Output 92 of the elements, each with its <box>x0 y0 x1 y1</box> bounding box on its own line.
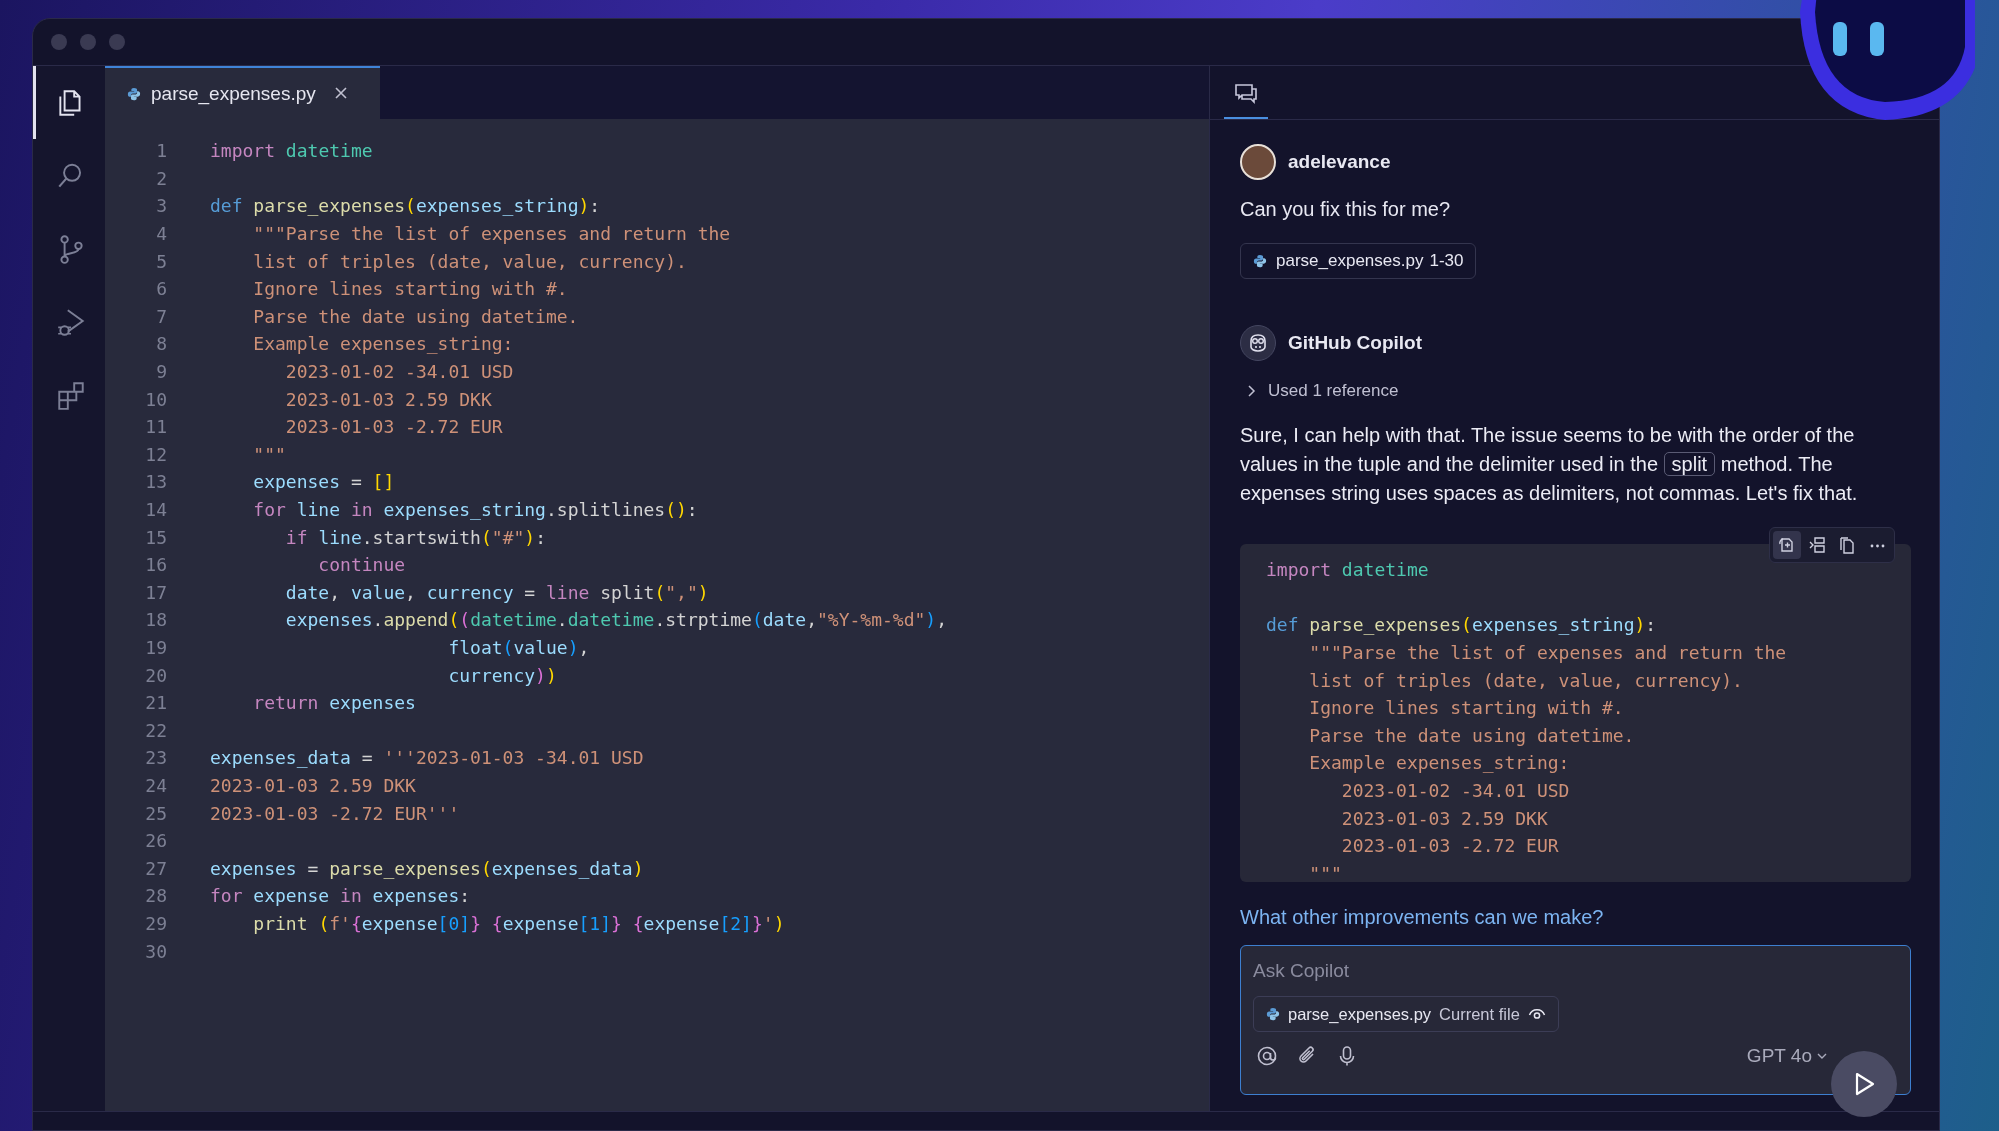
response-paragraph: Sure, I can help with that. The issue seems to be with the order of the values in the tuple and the delimiter used in the split method. The expenses string uses spaces as delimiters, not commas. Let's fix that. <box>1240 423 1859 506</box>
code-line: list of triples (date, value, currency). <box>252 250 687 272</box>
code-line: 2023-01-02 -34.01 USD <box>1340 780 1570 802</box>
code-line: for expense in expenses: <box>210 885 471 907</box>
chevron-icon <box>1246 384 1258 398</box>
line-number: 22 <box>144 719 167 741</box>
code-line: import datetime <box>1266 559 1429 581</box>
code-line: """ <box>1308 862 1342 882</box>
code-line: def parse_expenses(expenses_string): <box>210 195 601 217</box>
code-line: Example expenses_string: <box>1308 752 1570 774</box>
line-number: 12 <box>144 443 167 465</box>
line-number: 9 <box>155 361 167 383</box>
code-line: 2023-01-03 2.59 DKK <box>1340 807 1548 829</box>
code-line: Parse the date using datetime. <box>252 305 579 327</box>
line-number: 26 <box>144 830 167 852</box>
line-number: 23 <box>144 747 167 769</box>
code-line: 2023-01-03 -2.72 EUR''' <box>210 802 460 824</box>
window-zoom-dot[interactable] <box>109 34 125 50</box>
code-line: list of triples (date, value, currency). <box>1308 669 1743 691</box>
line-number: 10 <box>144 388 167 410</box>
code-line: expenses = [] <box>252 471 395 493</box>
code-line: 2023-01-03 -2.72 EUR <box>284 416 503 438</box>
eye-icon[interactable] <box>1527 1007 1546 1021</box>
line-number: 3 <box>155 195 167 217</box>
line-number: 8 <box>155 333 167 355</box>
code-line: expenses_data = '''2023-01-03 -34.01 USD <box>210 747 644 769</box>
line-number: 27 <box>144 857 167 879</box>
line-number: 25 <box>144 802 167 824</box>
model-picker[interactable]: GPT 4o <box>1746 1045 1828 1067</box>
code-line: expenses.append((datetime.datetime.strptime(date,"%Y-%m-%d"), <box>284 609 948 631</box>
apply-icon[interactable] <box>1773 531 1801 559</box>
code-line: def parse_expenses(expenses_string): <box>1266 614 1657 636</box>
line-number: 4 <box>155 223 167 245</box>
code-line: expenses = parse_expenses(expenses_data) <box>210 857 644 879</box>
code-line: Parse the date using datetime. <box>1308 724 1635 746</box>
python-icon <box>1253 254 1267 268</box>
copilot-avatar-icon <box>1240 325 1276 361</box>
line-number: 11 <box>144 416 167 438</box>
code-line: 2023-01-02 -34.01 USD <box>284 361 514 383</box>
line-number: 19 <box>144 637 167 658</box>
line-number: 15 <box>144 526 167 548</box>
code-line: if line.startswith("#"): <box>284 526 546 548</box>
mention-icon[interactable] <box>1255 1044 1279 1068</box>
chat-icon <box>1234 83 1258 105</box>
user-avatar <box>1240 144 1276 180</box>
followup-suggestion-link[interactable]: What other improvements can we make? <box>1240 906 1604 929</box>
line-number: 2 <box>155 167 167 189</box>
line-number: 20 <box>144 664 167 686</box>
line-number: 6 <box>155 278 167 300</box>
line-number: 5 <box>155 250 167 272</box>
line-number: 1 <box>155 140 167 162</box>
line-number: 14 <box>144 499 167 520</box>
code-line: """ <box>252 443 286 465</box>
code-line: return expenses <box>252 692 416 714</box>
chat-input-box[interactable]: Ask Copilot parse_expenses.py Current file GPT 4o <box>1240 945 1911 1095</box>
chevron-down-icon <box>1816 1051 1828 1061</box>
line-number: 18 <box>144 609 167 631</box>
code-line: currency)) <box>447 664 557 686</box>
code-line: Ignore lines starting with #. <box>1308 697 1624 719</box>
message-text: Can you fix this for me? <box>1240 198 1452 221</box>
line-number: 28 <box>144 885 167 907</box>
code-line: 2023-01-03 -2.72 EUR <box>1340 835 1559 857</box>
python-icon <box>1266 1007 1280 1021</box>
window-close-dot[interactable] <box>51 34 67 50</box>
code-line: """Parse the list of expenses and return the <box>252 223 731 245</box>
file-tab[interactable]: parse_expenses.py <box>105 66 380 119</box>
code-line: date, value, currency = line split(",") <box>284 581 709 603</box>
code-line: 2023-01-03 2.59 DKK <box>210 774 416 796</box>
window-minimize-dot[interactable] <box>80 34 96 50</box>
line-number: 29 <box>144 912 167 934</box>
line-number: 24 <box>144 774 167 796</box>
line-number: 16 <box>144 554 167 576</box>
code-line: Ignore lines starting with #. <box>252 278 568 300</box>
code-line: for line in expenses_string.splitlines(): <box>252 499 698 520</box>
references-toggle[interactable]: Used 1 reference <box>1240 381 1399 401</box>
code-line: print (f'{expense[0]} {expense[1]} {expense[2]}') <box>252 912 785 934</box>
code-line: """Parse the list of expenses and return the <box>1308 642 1787 664</box>
line-number: 7 <box>155 305 167 327</box>
code-line: 2023-01-03 2.59 DKK <box>284 388 492 410</box>
line-number: 13 <box>144 471 167 493</box>
code-line: import datetime <box>210 140 373 162</box>
code-line: Example expenses_string: <box>252 333 514 355</box>
line-number: 17 <box>144 581 167 603</box>
python-icon <box>127 86 141 101</box>
author-name: adelevance <box>1288 151 1391 173</box>
code-line: continue <box>317 554 406 576</box>
file-reference-chip[interactable]: parse_expenses.py 1-30 <box>1240 243 1477 279</box>
code-line: float(value), <box>447 637 590 658</box>
line-number: 21 <box>144 692 167 714</box>
line-number: 30 <box>144 940 167 962</box>
current-file-chip[interactable]: parse_expenses.py Current file <box>1253 996 1559 1032</box>
author-name: GitHub Copilot <box>1288 332 1423 354</box>
